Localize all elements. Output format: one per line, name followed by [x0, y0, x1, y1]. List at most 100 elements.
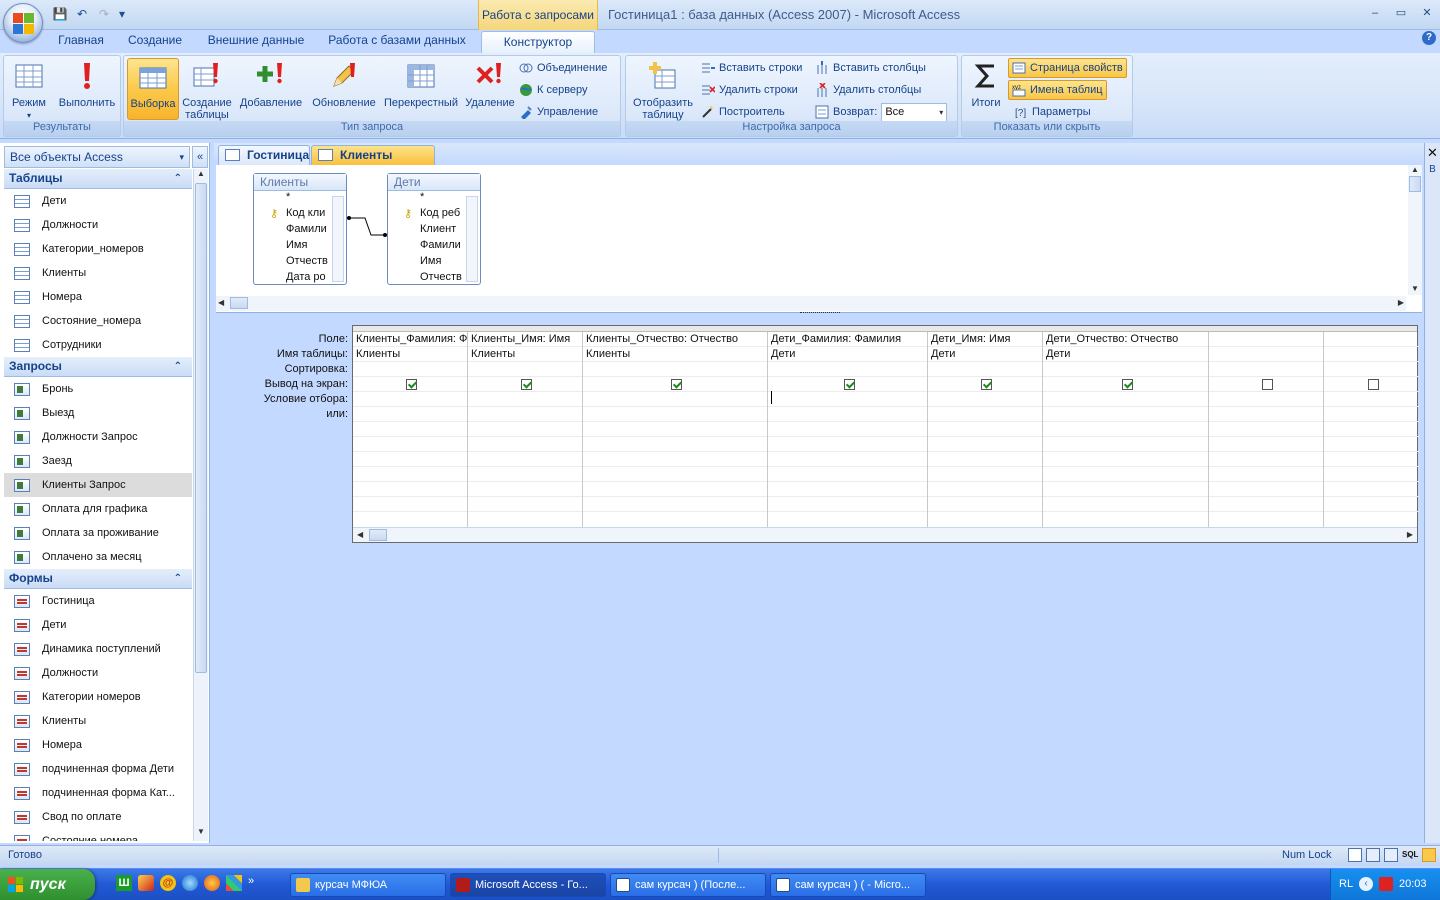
nav-item[interactable]: Клиенты Запрос: [4, 473, 192, 497]
nav-item[interactable]: Должности Запрос: [4, 425, 192, 449]
show-checkbox[interactable]: [1367, 379, 1379, 390]
sort-cell[interactable]: [1324, 362, 1419, 377]
empty-cell[interactable]: [768, 497, 927, 512]
field-list-item[interactable]: Фамили: [388, 239, 466, 255]
crosstab-query-button[interactable]: Перекрестный: [381, 58, 461, 120]
picasa-icon[interactable]: [226, 875, 242, 891]
criteria-cell[interactable]: [768, 392, 927, 407]
empty-cell[interactable]: [1043, 467, 1208, 482]
empty-cell[interactable]: [1324, 422, 1419, 437]
grid-horizontal-scrollbar[interactable]: ◀ ▶: [353, 527, 1417, 542]
office-button[interactable]: [3, 3, 43, 43]
criteria-cell[interactable]: [468, 392, 582, 407]
delete-query-button[interactable]: Удаление: [463, 58, 517, 120]
save-icon[interactable]: 💾: [50, 5, 70, 23]
nav-item[interactable]: Состояние_номера: [4, 309, 192, 333]
taskbar-button-word-2[interactable]: сам курсач ) ( - Micro...: [770, 873, 926, 897]
empty-cell[interactable]: [1324, 437, 1419, 452]
sort-cell[interactable]: [1043, 362, 1208, 377]
totals-button[interactable]: Итоги: [965, 58, 1007, 120]
empty-cell[interactable]: [468, 482, 582, 497]
criteria-cell[interactable]: [1043, 392, 1208, 407]
table-cell[interactable]: [1324, 347, 1419, 362]
criteria-cell[interactable]: [928, 392, 1042, 407]
nav-item[interactable]: Номера: [4, 285, 192, 309]
undo-icon[interactable]: ↶: [72, 5, 92, 23]
nav-item[interactable]: Свод по оплате: [4, 805, 192, 829]
delete-rows-button[interactable]: Удалить строки: [701, 80, 798, 100]
sort-cell[interactable]: [928, 362, 1042, 377]
parameters-button[interactable]: [?] Параметры: [1014, 102, 1091, 122]
field-list-scrollbar[interactable]: [466, 196, 478, 282]
empty-cell[interactable]: [768, 422, 927, 437]
upper-vertical-scrollbar[interactable]: ▲ ▼: [1408, 165, 1422, 295]
field-list-item[interactable]: Отчеств: [254, 255, 332, 271]
design-view-icon[interactable]: [1422, 848, 1437, 862]
empty-cell[interactable]: [353, 422, 467, 437]
empty-cell[interactable]: [353, 452, 467, 467]
empty-cell[interactable]: [583, 467, 767, 482]
sort-cell[interactable]: [353, 362, 467, 377]
nav-section-header[interactable]: Таблицы ⌃: [4, 169, 192, 189]
sort-cell[interactable]: [1209, 362, 1323, 377]
empty-cell[interactable]: [768, 467, 927, 482]
nav-item[interactable]: Должности: [4, 661, 192, 685]
empty-cell[interactable]: [1043, 452, 1208, 467]
field-list-item[interactable]: ⚷ Код кли: [254, 207, 332, 223]
or-cell[interactable]: [468, 407, 582, 422]
nav-item[interactable]: Клиенты: [4, 261, 192, 285]
field-list-clients[interactable]: Клиенты * ⚷ Код кли Фамили Имя Отчеств Дата ро: [253, 173, 347, 285]
browser-icon[interactable]: [182, 875, 198, 891]
upper-horizontal-scrollbar[interactable]: ◀ ▶: [216, 296, 1406, 311]
taskbar-button-folder[interactable]: курсач МФЮА: [290, 873, 446, 897]
run-button[interactable]: Выполнить: [56, 58, 118, 120]
nav-item[interactable]: Гостиница: [4, 589, 192, 613]
table-cell[interactable]: Дети: [928, 347, 1042, 362]
doc-tab-clients-query[interactable]: Клиенты Запрос: [311, 145, 435, 180]
chevron-up-icon[interactable]: ⌃: [174, 569, 182, 588]
select-query-button[interactable]: Выборка: [127, 58, 179, 120]
show-checkbox[interactable]: [981, 379, 992, 390]
field-cell[interactable]: [1209, 332, 1323, 347]
qat-customize-icon[interactable]: ▾: [116, 5, 128, 23]
nav-pane-header[interactable]: Все объекты Access ▾: [4, 146, 190, 168]
empty-cell[interactable]: [468, 437, 582, 452]
nav-item[interactable]: Оплата для графика: [4, 497, 192, 521]
empty-cell[interactable]: [583, 497, 767, 512]
empty-cell[interactable]: [1043, 482, 1208, 497]
empty-cell[interactable]: [1324, 452, 1419, 467]
field-cell[interactable]: Дети_Фамилия: Фамилия: [768, 332, 927, 347]
tab-external-data[interactable]: Внешние данные: [200, 30, 312, 53]
property-sheet-strip[interactable]: ✕ В: [1424, 143, 1440, 843]
grid-hscroll-thumb[interactable]: [369, 529, 387, 541]
nav-item[interactable]: Оплачено за месяц: [4, 545, 192, 569]
tab-home[interactable]: Главная: [50, 30, 112, 53]
upper-hscroll-thumb[interactable]: [230, 297, 248, 309]
field-cell[interactable]: [1324, 332, 1419, 347]
nav-item[interactable]: Сотрудники: [4, 333, 192, 357]
chevron-up-icon[interactable]: ⌃: [174, 357, 182, 376]
sort-cell[interactable]: [583, 362, 767, 377]
table-cell[interactable]: [1209, 347, 1323, 362]
field-list-item[interactable]: ⚷ Код реб: [388, 207, 466, 223]
union-query-button[interactable]: Объединение: [519, 58, 607, 78]
empty-cell[interactable]: [468, 452, 582, 467]
empty-cell[interactable]: [928, 437, 1042, 452]
table-cell[interactable]: Клиенты: [583, 347, 767, 362]
empty-cell[interactable]: [353, 497, 467, 512]
pivot-chart-icon[interactable]: [1384, 848, 1398, 862]
nav-item[interactable]: Категории номеров: [4, 685, 192, 709]
sort-cell[interactable]: [768, 362, 927, 377]
nav-item[interactable]: Заезд: [4, 449, 192, 473]
table-names-button[interactable]: xyz Имена таблиц: [1008, 80, 1107, 100]
or-cell[interactable]: [928, 407, 1042, 422]
nav-item[interactable]: подчиненная форма Дети: [4, 757, 192, 781]
nav-scroll-thumb[interactable]: [195, 183, 207, 673]
empty-cell[interactable]: [1043, 437, 1208, 452]
field-cell[interactable]: Дети_Отчество: Отчество: [1043, 332, 1208, 347]
mail-agent-icon[interactable]: @: [160, 875, 176, 891]
empty-cell[interactable]: [583, 437, 767, 452]
empty-cell[interactable]: [1209, 437, 1323, 452]
tray-expand-icon[interactable]: ‹: [1359, 877, 1373, 891]
table-cell[interactable]: Дети: [768, 347, 927, 362]
